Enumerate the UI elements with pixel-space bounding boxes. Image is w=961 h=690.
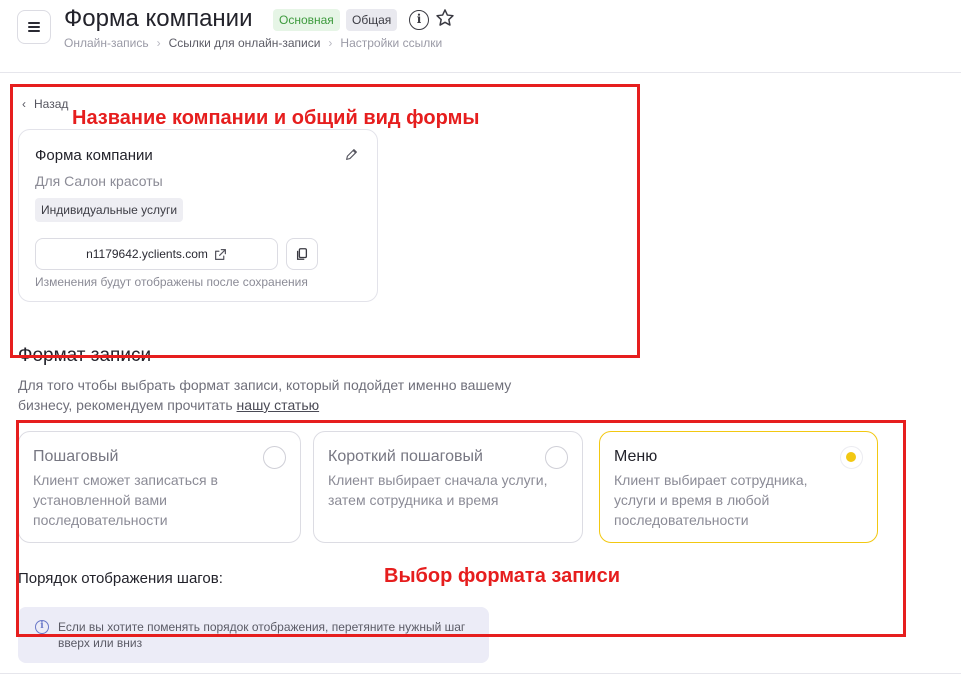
bottom-divider bbox=[0, 673, 961, 674]
breadcrumb-item-link-settings: Настройки ссылки bbox=[340, 36, 443, 50]
article-link[interactable]: нашу статью bbox=[237, 397, 320, 413]
info-icon[interactable]: i bbox=[409, 10, 429, 30]
menu-button[interactable] bbox=[17, 10, 51, 44]
status-badge-main: Основная bbox=[273, 9, 340, 31]
chevron-right-icon: › bbox=[328, 36, 333, 50]
breadcrumb-item-links[interactable]: Ссылки для онлайн-записи bbox=[169, 36, 321, 50]
chevron-right-icon: › bbox=[156, 36, 161, 50]
breadcrumb: Онлайн-запись › Ссылки для онлайн-записи… bbox=[64, 36, 442, 50]
annotation-label-format: Выбор формата записи bbox=[384, 565, 620, 587]
header-divider bbox=[0, 72, 961, 73]
star-icon[interactable] bbox=[434, 7, 456, 34]
annotation-label-company: Название компании и общий вид формы bbox=[72, 107, 480, 129]
hamburger-icon bbox=[28, 22, 40, 32]
section-description: Для того чтобы выбрать формат записи, ко… bbox=[18, 375, 518, 415]
breadcrumb-item-online-booking[interactable]: Онлайн-запись bbox=[64, 36, 149, 50]
status-badge-common: Общая bbox=[346, 9, 398, 31]
annotation-box-format bbox=[16, 420, 906, 637]
page-title: Форма компании bbox=[64, 5, 253, 32]
